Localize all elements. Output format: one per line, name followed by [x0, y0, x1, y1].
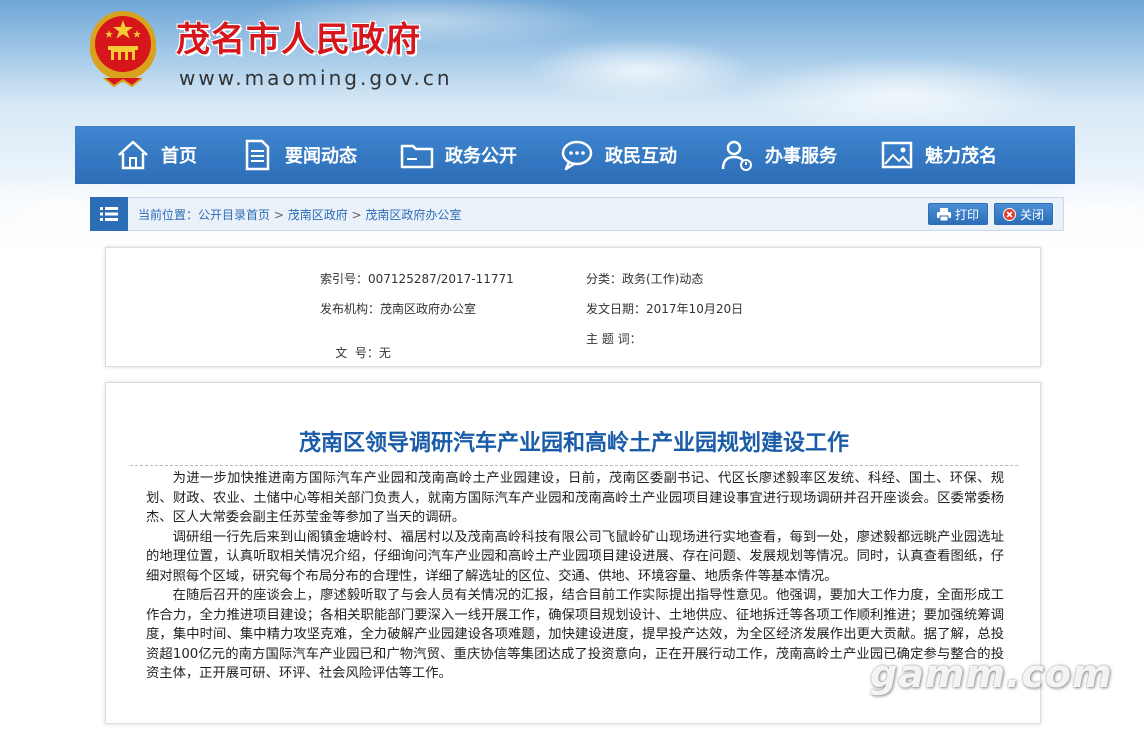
nav-item-services[interactable]: 办事服务: [719, 137, 837, 173]
meta-date: 发文日期：2017年10月20日: [586, 300, 743, 317]
breadcrumb-link-district[interactable]: 茂南区政府: [288, 208, 348, 222]
nav-item-interaction[interactable]: 政民互动: [559, 137, 677, 173]
close-icon: [1002, 207, 1016, 221]
nav-label: 要闻动态: [285, 146, 357, 167]
close-button[interactable]: 关闭: [993, 203, 1053, 225]
meta-date-label: 发文日期：: [586, 302, 647, 316]
meta-docno-value: 无: [378, 346, 391, 360]
national-emblem-icon: [89, 11, 157, 88]
meta-category-value: 政务(工作)动态: [622, 272, 704, 286]
breadcrumb-separator: >: [347, 207, 366, 222]
document-metadata: 索引号：007125287/2017-11771 分类：政务(工作)动态 发布机…: [105, 247, 1041, 367]
folder-icon: [400, 144, 434, 169]
breadcrumb-prefix: 当前位置：: [138, 207, 199, 222]
print-label: 打印: [954, 207, 979, 222]
document-icon: [245, 139, 270, 171]
article-paragraph: 调研组一行先后来到山阁镇金塘岭村、福居村以及茂南高岭科技有限公司飞鼠岭矿山现场进…: [146, 529, 1004, 584]
list-menu-icon[interactable]: [90, 196, 128, 231]
meta-keywords-label: 主 题 词：: [586, 332, 642, 346]
watermark: gamm.com: [870, 652, 1113, 696]
nav-item-open-government[interactable]: 政务公开: [399, 137, 517, 173]
meta-index-value: 007125287/2017-11771: [368, 272, 514, 286]
meta-index: 索引号：007125287/2017-11771: [320, 270, 514, 287]
breadcrumb-bar: 当前位置：公开目录首页 > 茂南区政府 > 茂南区政府办公室 打印 关闭: [90, 196, 1064, 231]
site-title: 茂名市人民政府: [176, 20, 421, 60]
meta-publisher-value: 茂南区政府办公室: [380, 302, 477, 316]
nav-label: 办事服务: [765, 146, 837, 167]
nav-label: 首页: [161, 146, 197, 167]
meta-date-value: 2017年10月20日: [646, 302, 744, 316]
home-icon: [118, 140, 148, 170]
nav-item-home[interactable]: 首页: [115, 137, 197, 173]
site-header: 茂名市人民政府 www.maoming.gov.cn: [84, 6, 484, 96]
article-title: 茂南区领导调研汽车产业园和高岭土产业园规划建设工作: [298, 431, 849, 456]
meta-category-label: 分类：: [586, 272, 623, 286]
breadcrumb-link-catalog[interactable]: 公开目录首页: [198, 208, 270, 222]
breadcrumb-separator: >: [270, 207, 288, 222]
article-paragraph: 为进一步加快推进南方国际汽车产业园和茂南高岭土产业园建设，日前，茂南区委副书记、…: [146, 471, 1004, 525]
picture-icon: [881, 141, 913, 169]
meta-category: 分类：政务(工作)动态: [586, 270, 703, 287]
user-service-icon: [721, 140, 752, 171]
page-actions: 打印 关闭: [927, 203, 1053, 225]
print-button[interactable]: 打印: [927, 203, 988, 225]
meta-publisher: 发布机构：茂南区政府办公室: [320, 300, 476, 317]
meta-index-label: 索引号：: [320, 272, 369, 286]
title-divider: [130, 465, 1018, 466]
nav-label: 魅力茂名: [925, 146, 997, 167]
chat-icon: [561, 140, 593, 171]
nav-label: 政务公开: [445, 146, 517, 167]
nav-item-news[interactable]: 要闻动态: [239, 137, 357, 173]
meta-docno-label: 文 号：: [335, 346, 379, 360]
meta-keywords: 主 题 词：: [586, 330, 642, 347]
site-url: www.maoming.gov.cn: [179, 66, 453, 90]
close-label: 关闭: [1019, 207, 1044, 222]
nav-label: 政民互动: [605, 146, 677, 167]
meta-publisher-label: 发布机构：: [320, 302, 381, 316]
breadcrumb: 当前位置：公开目录首页 > 茂南区政府 > 茂南区政府办公室: [138, 206, 461, 223]
breadcrumb-link-office[interactable]: 茂南区政府办公室: [365, 208, 461, 222]
main-nav: 首页 要闻动态 政务公开 政民互动 办事服务 魅力茂名: [75, 126, 1075, 184]
printer-icon: [936, 207, 951, 221]
nav-item-charm-maoming[interactable]: 魅力茂名: [879, 137, 997, 173]
meta-docno: 文 号：无: [320, 330, 391, 375]
